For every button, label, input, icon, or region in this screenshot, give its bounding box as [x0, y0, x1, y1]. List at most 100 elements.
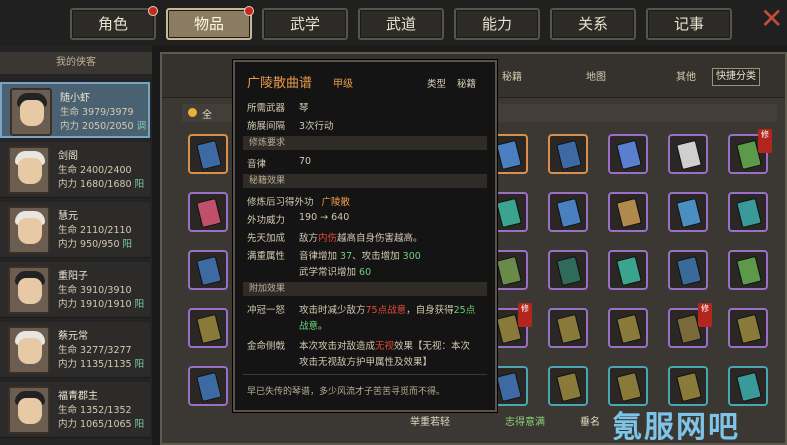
item-slot[interactable]: 修 — [668, 303, 712, 348]
party-member[interactable]: 随小虾 生命 3979/3979 内力 2050/2050 调 — [0, 82, 150, 138]
type-value: 秘籍 — [457, 79, 477, 90]
full-value-n2: 300 — [402, 251, 421, 262]
member-tag: 调 — [136, 121, 147, 132]
innate-row: 先天加成 敌方内伤越高自身伤害越高。 — [247, 230, 423, 244]
trait-1[interactable]: 举重若轻 — [410, 413, 450, 428]
party-member[interactable]: 蔡元常 生命 3277/3277 内力 1135/1135 阳 — [0, 322, 150, 378]
member-tag: 阳 — [134, 359, 145, 370]
top-tab-bar: 角色 物品 武学 武道 能力 关系 记事 ✕ — [0, 0, 787, 46]
book-icon — [676, 139, 702, 171]
item-description: 早已失传的琴谱，多少风流才子苦苦寻觅而不得。 — [247, 387, 446, 397]
item-slot[interactable] — [548, 134, 588, 174]
book-icon — [496, 197, 522, 229]
full-row: 满重属性 音律增加 37、攻击增加 300 — [247, 248, 421, 262]
book-icon — [736, 313, 762, 345]
avatar — [8, 266, 50, 314]
status-bar: 举重若轻 志得意满 垂名 — [400, 408, 615, 434]
item-slot[interactable] — [188, 134, 228, 174]
item-slot[interactable] — [548, 250, 588, 290]
item-slot[interactable] — [668, 134, 708, 174]
tab-label: 能力 — [481, 15, 512, 33]
tab-journal[interactable]: 记事 — [646, 8, 732, 40]
item-slot[interactable]: 修 — [728, 129, 772, 174]
book-icon — [616, 371, 642, 403]
item-slot[interactable] — [608, 134, 648, 174]
item-slot[interactable] — [188, 366, 228, 406]
item-slot[interactable] — [608, 250, 648, 290]
tab-label: 角色 — [97, 15, 128, 33]
e2-label: 金命侧戟 — [247, 341, 286, 352]
party-member[interactable]: 剑阁 生命 2400/2400 内力 1680/1680 阳 — [0, 142, 150, 198]
member-name: 福青郡主 — [58, 391, 98, 402]
category-all-label: 全 — [202, 110, 212, 121]
item-slot[interactable] — [728, 250, 768, 290]
req-label: 音律 — [247, 159, 267, 170]
member-mp-value: 内力 1135/1135 — [58, 359, 132, 370]
filter-other[interactable]: 其他 — [676, 68, 696, 83]
member-mp: 内力 950/950 阳 — [58, 236, 132, 250]
book-icon — [496, 371, 522, 403]
item-slot[interactable] — [188, 250, 228, 290]
book-icon — [616, 139, 642, 171]
avatar — [8, 146, 50, 194]
book-icon — [196, 255, 222, 287]
member-mp: 内力 1135/1135 阳 — [58, 356, 144, 370]
book-icon — [556, 371, 582, 403]
item-slot[interactable] — [548, 192, 588, 232]
item-slot[interactable] — [548, 366, 588, 406]
tab-label: 物品 — [193, 15, 224, 33]
item-slot[interactable] — [668, 250, 708, 290]
quick-sort-button[interactable]: 快捷分类 — [712, 68, 760, 86]
member-mp: 内力 1065/1065 阳 — [58, 416, 144, 430]
party-member[interactable]: 重阳子 生命 3910/3910 内力 1910/1910 阳 — [0, 262, 150, 318]
item-slot[interactable] — [668, 192, 708, 232]
book-icon — [676, 197, 702, 229]
item-slot[interactable] — [728, 308, 768, 348]
item-slot[interactable] — [668, 366, 708, 406]
trait-3[interactable]: 垂名 — [580, 413, 600, 428]
avatar — [10, 88, 52, 136]
member-name: 剑阁 — [58, 151, 78, 162]
member-tag: 阳 — [134, 179, 145, 190]
item-slot[interactable] — [548, 308, 588, 348]
member-hp: 生命 2110/2110 — [58, 225, 132, 236]
req-value: 70 — [299, 156, 312, 167]
member-hp: 生命 3277/3277 — [58, 345, 132, 356]
book-icon — [736, 197, 762, 229]
item-slot[interactable] — [608, 308, 648, 348]
member-mp-value: 内力 1680/1680 — [58, 179, 132, 190]
item-slot[interactable] — [608, 192, 648, 232]
e1-hl2: 25点 — [453, 305, 476, 316]
item-slot[interactable] — [188, 308, 228, 348]
learn-label: 修炼后习得外功 — [247, 197, 314, 208]
tab-character[interactable]: 角色 — [70, 6, 158, 40]
tab-martial-way[interactable]: 武道 — [358, 8, 444, 40]
party-roster: 我的侠客 随小虾 生命 3979/3979 内力 2050/2050 调 剑阁 生… — [0, 46, 152, 445]
close-icon[interactable]: ✕ — [760, 5, 786, 33]
book-icon — [556, 197, 582, 229]
e1-d: 。 — [318, 321, 328, 332]
item-slot[interactable] — [728, 192, 768, 232]
tab-martial-arts[interactable]: 武学 — [262, 8, 348, 40]
item-title: 广陵散曲谱 — [247, 76, 313, 91]
member-hp: 生命 3979/3979 — [60, 107, 134, 118]
trait-2[interactable]: 志得意满 — [505, 413, 545, 428]
filter-map[interactable]: 地图 — [586, 68, 606, 83]
party-member[interactable]: 慧元 生命 2110/2110 内力 950/950 阳 — [0, 202, 150, 258]
item-slot[interactable] — [728, 366, 768, 406]
member-tag: 阳 — [122, 239, 133, 250]
interval-row: 施展间隔 3次行动 — [247, 118, 334, 132]
extra-effect-1: 冲冠一怒 攻击时减少敌方75点战意，自身获得25点 — [247, 302, 475, 316]
member-tag: 阳 — [134, 299, 145, 310]
filter-manuals[interactable]: 秘籍 — [502, 68, 522, 83]
item-slot[interactable] — [608, 366, 648, 406]
party-member[interactable]: 福青郡主 生命 1352/1352 内力 1065/1065 阳 — [0, 382, 150, 438]
face-shape — [20, 100, 44, 126]
book-icon — [556, 255, 582, 287]
tab-relations[interactable]: 关系 — [550, 8, 636, 40]
tab-abilities[interactable]: 能力 — [454, 8, 540, 40]
item-slot[interactable] — [188, 192, 228, 232]
power-label: 外功威力 — [247, 215, 286, 226]
tab-items[interactable]: 物品 — [166, 6, 254, 40]
e2-c: 攻击无视敌方护甲属性及效果】 — [299, 357, 433, 368]
